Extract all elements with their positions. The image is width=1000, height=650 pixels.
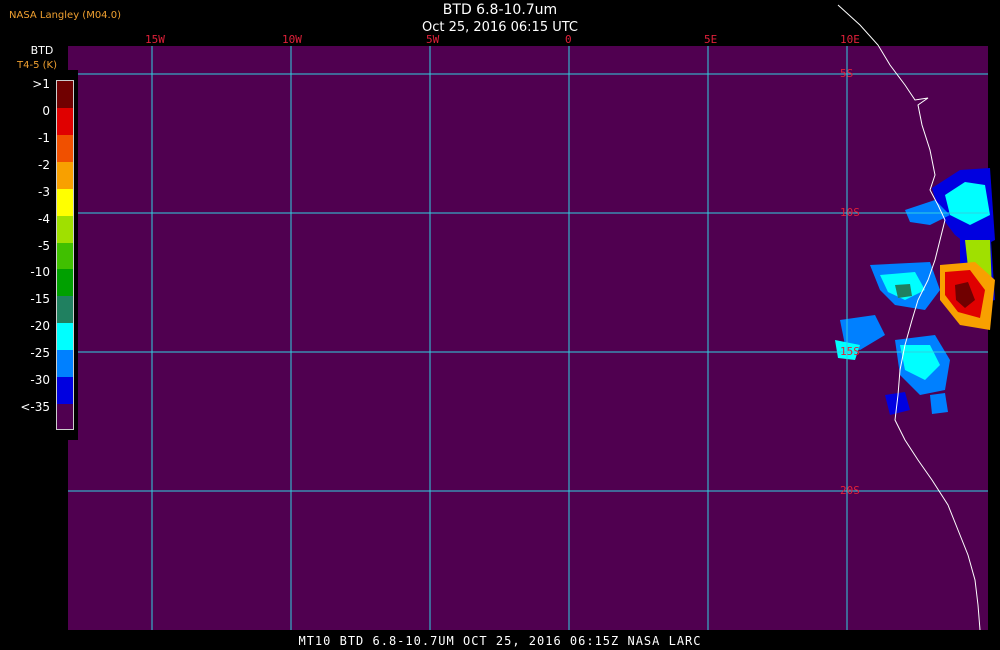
legend-swatch xyxy=(57,81,73,108)
legend-colorbar xyxy=(56,80,74,430)
map-subtitle: Oct 25, 2016 06:15 UTC xyxy=(422,20,578,35)
lat-label-20s: 20S xyxy=(840,484,860,497)
legend-tick-label: -2 xyxy=(38,157,50,172)
legend-swatch xyxy=(57,350,73,378)
legend-swatch xyxy=(57,269,73,297)
legend-swatch xyxy=(57,404,73,429)
map-title: BTD 6.8-10.7um xyxy=(442,2,558,18)
legend-swatch xyxy=(57,296,73,324)
legend-swatch xyxy=(57,134,73,162)
legend-tick-label: -30 xyxy=(30,373,50,388)
legend-tick-label: -20 xyxy=(30,319,50,334)
legend-swatch xyxy=(57,323,73,351)
legend-tick-label: -3 xyxy=(38,184,50,199)
legend-tick-label: <-35 xyxy=(20,400,50,415)
legend-tick-label: -4 xyxy=(38,211,50,226)
satellite-map xyxy=(68,4,995,631)
legend-tick-label: -5 xyxy=(38,238,50,253)
legend-swatch xyxy=(57,242,73,270)
legend-swatch xyxy=(57,215,73,243)
legend-tick-label: -10 xyxy=(30,265,50,280)
legend-swatch xyxy=(57,161,73,189)
lat-label-10s: 10S xyxy=(840,206,860,219)
legend-tick-label: 0 xyxy=(42,103,50,118)
footer-caption: MT10 BTD 6.8-10.7UM OCT 25, 2016 06:15Z … xyxy=(298,634,702,648)
legend-tick-label: >1 xyxy=(32,77,50,91)
legend-unit: T4-5 (K) xyxy=(17,60,57,71)
legend-tick-label: -15 xyxy=(30,292,50,307)
legend-title: BTD xyxy=(30,44,54,57)
legend-tick-label: -1 xyxy=(38,130,50,145)
legend-swatch xyxy=(57,377,73,405)
legend-swatch xyxy=(57,107,73,135)
lat-label-5s: 5S xyxy=(840,67,854,80)
lat-label-15s: 15S xyxy=(840,345,860,358)
legend-tick-label: -25 xyxy=(30,346,50,361)
legend-swatch xyxy=(57,188,73,216)
